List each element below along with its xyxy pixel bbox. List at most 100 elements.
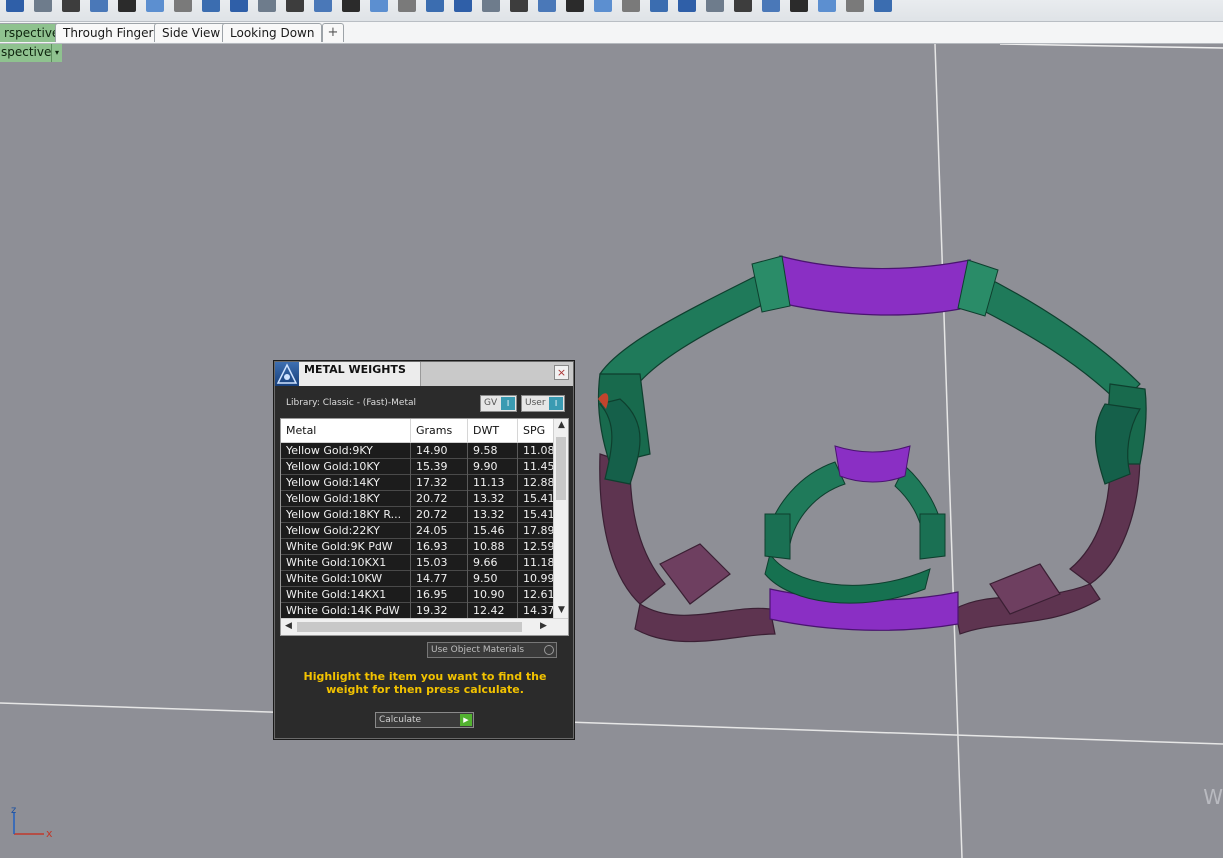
wall-icon[interactable] bbox=[790, 0, 808, 12]
scroll-left-icon[interactable]: ◀ bbox=[281, 621, 296, 631]
table-cell-spg: 11.08 bbox=[518, 443, 553, 459]
scroll-down-icon[interactable]: ▼ bbox=[554, 605, 568, 615]
globe-icon[interactable] bbox=[482, 0, 500, 12]
figure-icon[interactable] bbox=[118, 0, 136, 12]
metal-table[interactable]: Metal Grams DWT SPG Yellow Gold:9KY 14.90… bbox=[280, 418, 569, 636]
cube-icon[interactable] bbox=[678, 0, 696, 12]
globe-icon[interactable] bbox=[510, 0, 528, 12]
curve-icon[interactable] bbox=[62, 0, 80, 12]
figure-icon[interactable] bbox=[146, 0, 164, 12]
viewport-dropdown-icon[interactable]: ▾ bbox=[51, 44, 62, 62]
table-row[interactable]: White Gold:14KX1 16.95 10.90 12.61 bbox=[281, 587, 553, 603]
column-header-metal[interactable]: Metal bbox=[281, 419, 411, 443]
table-row[interactable]: Yellow Gold:18KY 20.72 13.32 15.41 bbox=[281, 491, 553, 507]
square-icon[interactable] bbox=[622, 0, 640, 12]
use-object-materials-toggle[interactable]: Use Object Materials bbox=[427, 642, 557, 658]
stack-icon[interactable] bbox=[846, 0, 864, 12]
scrollbar-thumb[interactable] bbox=[297, 622, 522, 632]
move-icon[interactable] bbox=[286, 0, 304, 12]
figure-icon[interactable] bbox=[174, 0, 192, 12]
table-cell-grams: 24.05 bbox=[411, 523, 468, 539]
column-header-dwt[interactable]: DWT bbox=[468, 419, 518, 443]
table-cell-dwt: 10.90 bbox=[468, 587, 518, 603]
scroll-up-icon[interactable]: ▲ bbox=[554, 420, 568, 430]
table-row[interactable]: Yellow Gold:9KY 14.90 9.58 11.08 bbox=[281, 443, 553, 459]
scrollbar-thumb[interactable] bbox=[556, 437, 566, 500]
table-cell-spg: 12.59 bbox=[518, 539, 553, 555]
hatch-icon[interactable] bbox=[734, 0, 752, 12]
table-row[interactable]: Yellow Gold:18KY R... 20.72 13.32 15.41 bbox=[281, 507, 553, 523]
horizontal-scrollbar[interactable]: ◀ ▶ bbox=[281, 618, 568, 635]
viewport-name-label[interactable]: spective bbox=[0, 44, 52, 62]
axis-gizmo: x z bbox=[11, 806, 53, 840]
table-cell-metal: White Gold:9K PdW bbox=[281, 539, 411, 555]
grid-line-top bbox=[999, 44, 1223, 49]
table-cell-dwt: 11.13 bbox=[468, 475, 518, 491]
axis-x-label: x bbox=[46, 827, 53, 840]
tab-side-view[interactable]: Side View bbox=[154, 23, 229, 42]
frame-icon[interactable] bbox=[650, 0, 668, 12]
table-cell-dwt: 12.42 bbox=[468, 603, 518, 618]
table-cell-grams: 14.77 bbox=[411, 571, 468, 587]
vertical-scrollbar[interactable]: ▲ ▼ bbox=[553, 419, 568, 618]
small-ring bbox=[764, 445, 946, 604]
tool-icon[interactable] bbox=[6, 0, 24, 12]
cube-icon[interactable] bbox=[706, 0, 724, 12]
sculpt-icon[interactable] bbox=[538, 0, 556, 12]
table-cell-grams: 20.72 bbox=[411, 507, 468, 523]
calculate-label: Calculate bbox=[379, 715, 422, 725]
brush-icon[interactable] bbox=[566, 0, 584, 12]
table-row[interactable]: Yellow Gold:14KY 17.32 11.13 12.88 bbox=[281, 475, 553, 491]
gv-toggle[interactable]: GV I bbox=[480, 395, 517, 412]
hatch-icon[interactable] bbox=[762, 0, 780, 12]
tab-looking-down[interactable]: Looking Down bbox=[222, 23, 323, 42]
table-cell-spg: 15.41 bbox=[518, 507, 553, 523]
column-header-spg[interactable]: SPG bbox=[518, 419, 558, 443]
calculate-button[interactable]: Calculate ▶ bbox=[375, 712, 474, 728]
table-cell-metal: Yellow Gold:22KY bbox=[281, 523, 411, 539]
hatch-icon[interactable] bbox=[818, 0, 836, 12]
table-cell-grams: 16.95 bbox=[411, 587, 468, 603]
pen-icon[interactable] bbox=[342, 0, 360, 12]
table-row[interactable]: White Gold:10KW 14.77 9.50 10.99 bbox=[281, 571, 553, 587]
toggle-icon: I bbox=[501, 397, 515, 410]
cut-icon[interactable] bbox=[314, 0, 332, 12]
tab-through-finger[interactable]: Through Finger bbox=[55, 23, 162, 42]
user-toggle[interactable]: User I bbox=[521, 395, 565, 412]
table-body: Yellow Gold:9KY 14.90 9.58 11.08 Yellow Gold… bbox=[281, 443, 553, 618]
surface-icon[interactable] bbox=[454, 0, 472, 12]
grid-icon[interactable] bbox=[398, 0, 416, 12]
table-cell-spg: 12.88 bbox=[518, 475, 553, 491]
column-header-grams[interactable]: Grams bbox=[411, 419, 468, 443]
surface-icon[interactable] bbox=[426, 0, 444, 12]
table-row[interactable]: White Gold:10KX1 15.03 9.66 11.18 bbox=[281, 555, 553, 571]
close-icon[interactable]: × bbox=[554, 365, 569, 380]
cylinder-icon[interactable] bbox=[202, 0, 220, 12]
viewport-3d[interactable] bbox=[0, 44, 1223, 858]
plane-icon[interactable] bbox=[230, 0, 248, 12]
axis-z-label: z bbox=[11, 806, 16, 816]
grid-line-vertical bbox=[934, 44, 963, 858]
table-row[interactable]: Yellow Gold:10KY 15.39 9.90 11.45 bbox=[281, 459, 553, 475]
table-cell-metal: White Gold:14KX1 bbox=[281, 587, 411, 603]
use-object-materials-label: Use Object Materials bbox=[431, 645, 525, 655]
move-icon[interactable] bbox=[594, 0, 612, 12]
settings-icon[interactable] bbox=[874, 0, 892, 12]
toggle-icon: I bbox=[549, 397, 563, 410]
table-cell-grams: 17.32 bbox=[411, 475, 468, 491]
add-tab-button[interactable]: + bbox=[322, 23, 344, 42]
table-cell-grams: 19.32 bbox=[411, 603, 468, 618]
sweep-icon[interactable] bbox=[370, 0, 388, 12]
table-row[interactable]: White Gold:9K PdW 16.93 10.88 12.59 bbox=[281, 539, 553, 555]
table-cell-dwt: 9.66 bbox=[468, 555, 518, 571]
table-cell-dwt: 15.46 bbox=[468, 523, 518, 539]
table-cell-dwt: 9.50 bbox=[468, 571, 518, 587]
gallery-icon[interactable] bbox=[34, 0, 52, 12]
table-row[interactable]: Yellow Gold:22KY 24.05 15.46 17.89 bbox=[281, 523, 553, 539]
scroll-right-icon[interactable]: ▶ bbox=[536, 621, 551, 631]
radio-icon bbox=[544, 645, 554, 655]
dialog-header[interactable]: METAL WEIGHTS × bbox=[275, 362, 573, 386]
grid-icon[interactable] bbox=[90, 0, 108, 12]
table-row[interactable]: White Gold:14K PdW 19.32 12.42 14.37 bbox=[281, 603, 553, 618]
box-icon[interactable] bbox=[258, 0, 276, 12]
